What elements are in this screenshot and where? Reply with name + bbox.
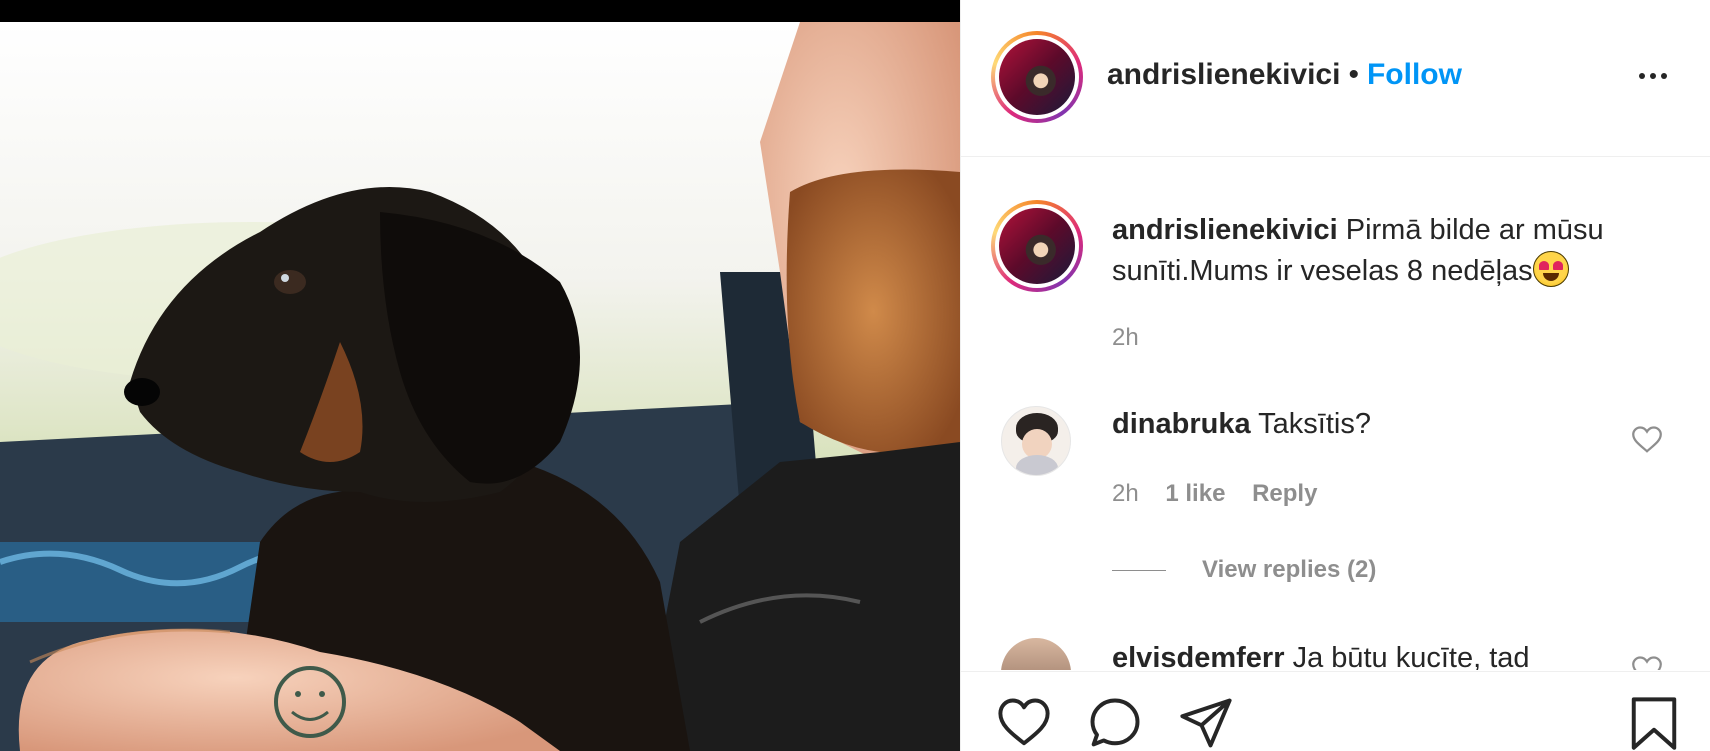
- caption-username-link[interactable]: andrislienekivici: [1112, 214, 1338, 246]
- post-side-panel: andrislienekivici • Follow andrislienekivi…: [960, 0, 1710, 751]
- commenter-avatar[interactable]: [1001, 638, 1071, 670]
- commenter-avatar[interactable]: [1001, 406, 1071, 476]
- post-header: andrislienekivici • Follow: [961, 0, 1710, 157]
- post-caption: andrislienekivici Pirmā bilde ar mūsu su…: [1112, 210, 1652, 292]
- author-username-link[interactable]: andrislienekivici: [1107, 58, 1340, 91]
- comment-meta: 2h 1 like Reply: [1112, 480, 1337, 508]
- comment-reply-button[interactable]: Reply: [1252, 480, 1317, 507]
- comment-timestamp[interactable]: 2h: [1112, 480, 1139, 507]
- comment-icon[interactable]: [1088, 696, 1142, 750]
- post-actions-bar: [961, 671, 1710, 751]
- comments-list[interactable]: andrislienekivici Pirmā bilde ar mūsu su…: [961, 158, 1710, 670]
- share-icon[interactable]: [1179, 696, 1233, 750]
- dog-photo-image: [0, 22, 960, 751]
- post-header-user: andrislienekivici • Follow: [1107, 58, 1462, 92]
- comment-likes-count[interactable]: 1 like: [1165, 480, 1225, 507]
- view-replies-label: View replies (2): [1202, 556, 1377, 583]
- comment-item: dinabruka Taksītis?: [1112, 408, 1371, 441]
- separator-dot: •: [1348, 58, 1359, 91]
- comment-text: Ja būtu kucīte, tad: [1292, 642, 1530, 670]
- post-photo[interactable]: [0, 0, 960, 751]
- comment-text: Taksītis?: [1258, 408, 1371, 440]
- more-options-icon[interactable]: [1635, 64, 1671, 88]
- comment-item: elvisdemferr Ja būtu kucīte, tad: [1112, 642, 1530, 670]
- heart-eyes-emoji-icon: [1532, 251, 1569, 287]
- caption-avatar-image: [999, 208, 1075, 284]
- caption-avatar[interactable]: [991, 200, 1083, 292]
- photo-top-bar: [0, 0, 960, 22]
- replies-divider-line: [1112, 569, 1166, 571]
- author-avatar-image: [999, 39, 1075, 115]
- commenter-username-link[interactable]: dinabruka: [1112, 408, 1251, 440]
- author-avatar[interactable]: [991, 31, 1083, 123]
- commenter-username-link[interactable]: elvisdemferr: [1112, 642, 1285, 670]
- follow-button[interactable]: Follow: [1367, 58, 1462, 91]
- comment-like-heart-icon[interactable]: [1632, 656, 1662, 670]
- caption-timestamp[interactable]: 2h: [1112, 324, 1139, 352]
- view-replies-button[interactable]: View replies (2): [1112, 556, 1376, 584]
- bookmark-icon[interactable]: [1627, 696, 1681, 750]
- comment-like-heart-icon[interactable]: [1632, 426, 1662, 454]
- heart-icon[interactable]: [997, 696, 1051, 750]
